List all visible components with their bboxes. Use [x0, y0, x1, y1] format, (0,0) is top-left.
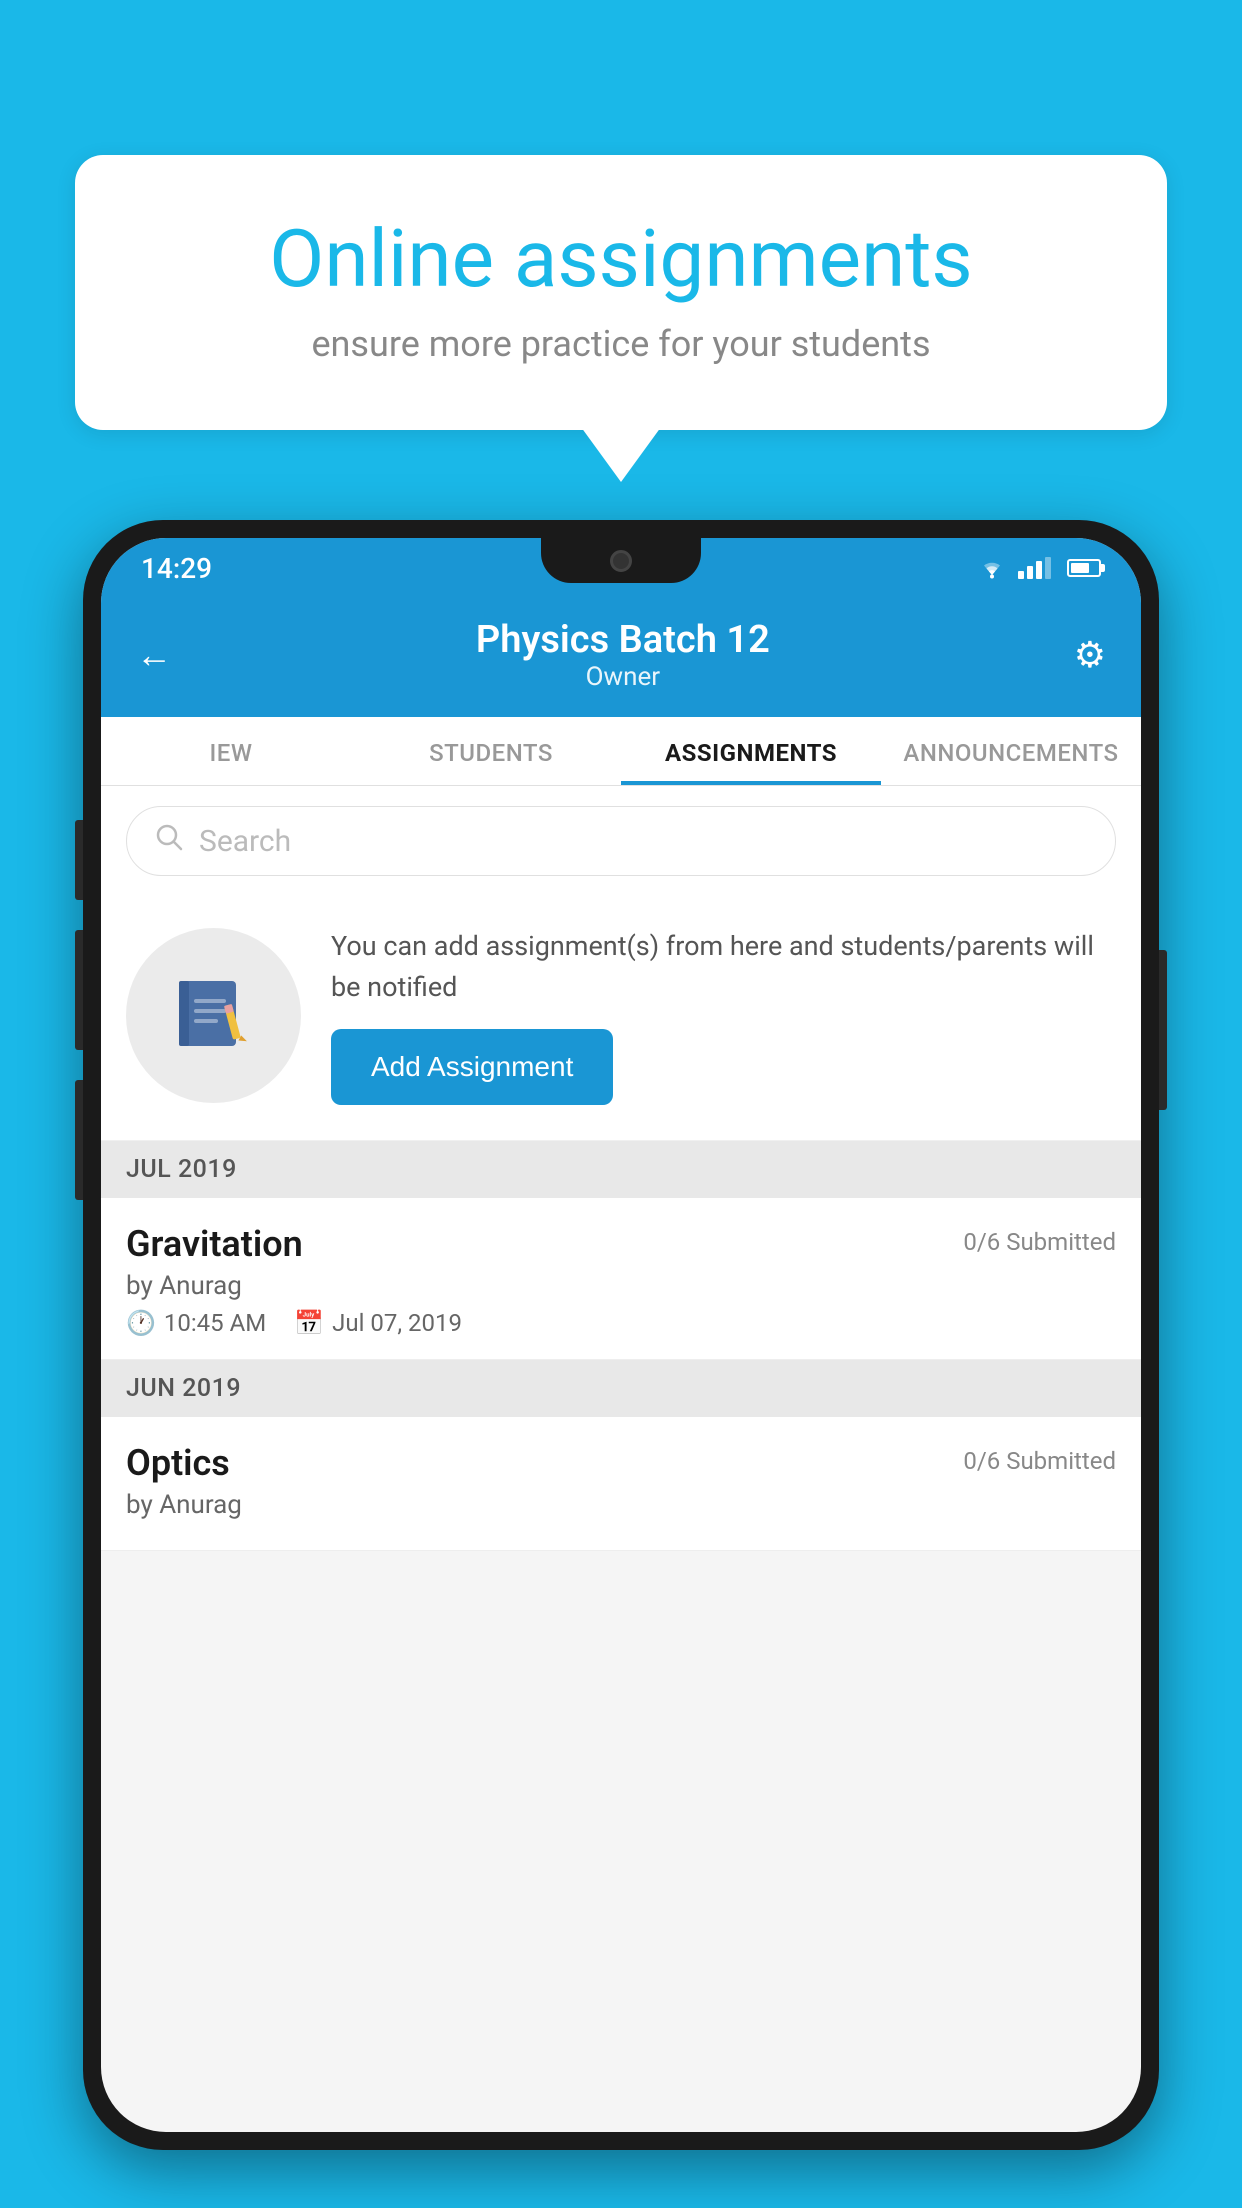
phone-screen: 14:29 — [101, 538, 1141, 2132]
content-area: Search — [101, 786, 1141, 1551]
phone-notch — [541, 538, 701, 583]
assignment-top: Gravitation 0/6 Submitted — [126, 1223, 1116, 1265]
side-button-volume-up — [75, 820, 83, 900]
header-title: Physics Batch 12 — [172, 618, 1074, 662]
phone-frame: 14:29 — [83, 520, 1159, 2150]
settings-icon[interactable]: ⚙ — [1074, 634, 1106, 676]
search-container: Search — [101, 786, 1141, 896]
assignment-submitted-optics: 0/6 Submitted — [963, 1442, 1116, 1475]
meta-time-value: 10:45 AM — [164, 1309, 266, 1337]
side-button-power — [1159, 950, 1167, 1110]
battery-icon — [1067, 559, 1101, 577]
assignment-submitted-gravitation: 0/6 Submitted — [963, 1223, 1116, 1256]
status-time: 14:29 — [141, 552, 212, 585]
meta-date-gravitation: 📅 Jul 07, 2019 — [294, 1309, 462, 1337]
assignment-by-gravitation: by Anurag — [126, 1271, 1116, 1301]
clock-icon: 🕐 — [126, 1309, 156, 1337]
side-button-volume-down2 — [75, 1080, 83, 1200]
tab-announcements[interactable]: ANNOUNCEMENTS — [881, 717, 1141, 785]
assignment-item-gravitation[interactable]: Gravitation 0/6 Submitted by Anurag 🕐 10… — [101, 1198, 1141, 1360]
speech-bubble: Online assignments ensure more practice … — [75, 155, 1167, 430]
tab-students[interactable]: STUDENTS — [361, 717, 621, 785]
add-assignment-right: You can add assignment(s) from here and … — [331, 926, 1116, 1105]
calendar-icon: 📅 — [294, 1309, 324, 1337]
back-button[interactable]: ← — [136, 634, 172, 676]
add-assignment-button[interactable]: Add Assignment — [331, 1029, 613, 1105]
section-header-jul: JUL 2019 — [101, 1141, 1141, 1198]
camera-dot — [610, 550, 632, 572]
bubble-subtitle: ensure more practice for your students — [145, 323, 1097, 365]
section-header-jun: JUN 2019 — [101, 1360, 1141, 1417]
meta-date-value: Jul 07, 2019 — [332, 1309, 462, 1337]
status-icons — [978, 557, 1101, 579]
tab-iew[interactable]: IEW — [101, 717, 361, 785]
meta-time-gravitation: 🕐 10:45 AM — [126, 1309, 266, 1337]
assignment-meta-gravitation: 🕐 10:45 AM 📅 Jul 07, 2019 — [126, 1309, 1116, 1337]
header-center: Physics Batch 12 Owner — [172, 618, 1074, 692]
search-icon — [155, 823, 183, 859]
speech-bubble-container: Online assignments ensure more practice … — [75, 155, 1167, 430]
tab-assignments[interactable]: ASSIGNMENTS — [621, 717, 881, 785]
notebook-icon-circle — [126, 928, 301, 1103]
notebook-icon — [169, 971, 259, 1061]
search-bar[interactable]: Search — [126, 806, 1116, 876]
app-header: ← Physics Batch 12 Owner ⚙ — [101, 598, 1141, 717]
search-placeholder: Search — [199, 824, 291, 859]
side-button-volume-down — [75, 930, 83, 1050]
add-assignment-description: You can add assignment(s) from here and … — [331, 926, 1116, 1007]
wifi-icon — [978, 557, 1006, 579]
bubble-title: Online assignments — [145, 215, 1097, 303]
tab-bar: IEW STUDENTS ASSIGNMENTS ANNOUNCEMENTS — [101, 717, 1141, 786]
add-assignment-section: You can add assignment(s) from here and … — [101, 896, 1141, 1141]
assignment-top-optics: Optics 0/6 Submitted — [126, 1442, 1116, 1484]
assignment-item-optics[interactable]: Optics 0/6 Submitted by Anurag — [101, 1417, 1141, 1551]
assignment-name-gravitation: Gravitation — [126, 1223, 303, 1265]
assignment-by-optics: by Anurag — [126, 1490, 1116, 1520]
phone-wrapper: 14:29 — [83, 520, 1159, 2208]
signal-icon — [1018, 557, 1051, 579]
header-subtitle: Owner — [172, 662, 1074, 692]
assignment-name-optics: Optics — [126, 1442, 230, 1484]
